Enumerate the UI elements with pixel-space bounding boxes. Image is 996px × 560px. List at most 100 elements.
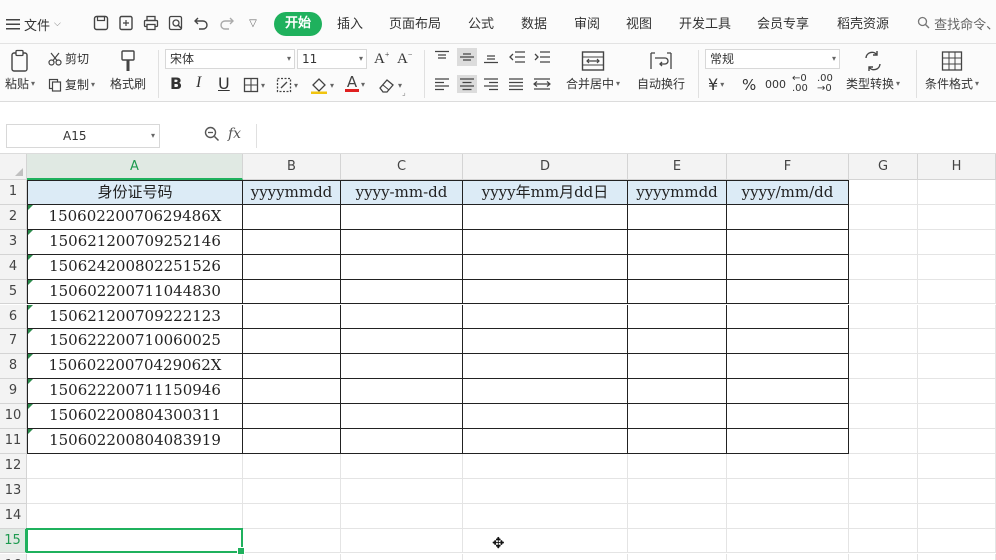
number-format-select[interactable]: 常规 ▾ [705,49,840,69]
cell-f14[interactable] [727,503,849,529]
column-header-g[interactable]: G [849,154,918,180]
cell-f2[interactable] [727,204,849,230]
align-right-button[interactable] [483,77,499,91]
cell-f15[interactable] [727,528,849,554]
tab-formulas[interactable]: 公式 [468,14,494,36]
cell-e7[interactable] [628,329,727,355]
cell-a3[interactable]: 150621200709252146 [27,229,243,255]
cell-d9[interactable] [463,379,628,405]
cell-f13[interactable] [727,478,849,504]
column-header-d[interactable]: D [463,154,628,180]
cell-b13[interactable] [243,478,341,504]
font-dialog-launcher[interactable]: ⌟ [402,88,406,97]
thousands-separator-button[interactable]: 000 [765,78,786,91]
cell-f16[interactable] [727,553,849,560]
cell-a13[interactable] [27,478,243,504]
export-pdf-icon[interactable] [115,12,137,34]
cell-d8[interactable] [463,354,628,380]
cell-style-button[interactable]: ▾ [276,77,298,93]
cell-h7[interactable] [918,329,996,355]
cell-h9[interactable] [918,379,996,405]
cell-d5[interactable] [463,279,628,305]
cell-g11[interactable] [849,429,918,454]
cell-c15[interactable] [341,528,463,554]
cell-h2[interactable] [918,204,996,230]
format-painter-button[interactable]: 格式刷 [110,47,146,92]
cell-b9[interactable] [243,379,341,405]
cell-g10[interactable] [849,404,918,429]
cell-g4[interactable] [849,254,918,280]
underline-button[interactable]: U [218,74,230,93]
cell-h15[interactable] [918,528,996,554]
undo-icon[interactable] [190,12,212,34]
cell-h12[interactable] [918,453,996,479]
cell-f7[interactable] [727,329,849,355]
row-header-12[interactable]: 12 [0,453,27,479]
cell-b6[interactable] [243,304,341,330]
cell-b4[interactable] [243,254,341,280]
row-header-10[interactable]: 10 [0,404,27,429]
cell-e2[interactable] [628,204,727,230]
cell-h6[interactable] [918,304,996,330]
cell-a1[interactable]: 身份证号码 [27,180,243,205]
cell-b16[interactable] [243,553,341,560]
cell-d16[interactable] [463,553,628,560]
cell-h1[interactable] [918,180,996,205]
cell-e4[interactable] [628,254,727,280]
cell-h8[interactable] [918,354,996,380]
type-convert-button[interactable]: 类型转换 ▾ [846,47,900,92]
align-middle-button[interactable] [457,48,477,66]
cell-e12[interactable] [628,453,727,479]
cell-d7[interactable] [463,329,628,355]
cell-e10[interactable] [628,404,727,429]
cell-g13[interactable] [849,478,918,504]
cell-c12[interactable] [341,453,463,479]
cell-g9[interactable] [849,379,918,405]
cell-b8[interactable] [243,354,341,380]
cell-f1[interactable]: yyyy/mm/dd [727,180,849,205]
cell-d1[interactable]: yyyy年mm月dd日 [463,180,628,205]
redo-icon[interactable] [216,12,238,34]
italic-button[interactable]: I [196,74,201,92]
cell-d3[interactable] [463,229,628,255]
increase-decimal-button[interactable]: ←0.00 [792,74,808,94]
insert-function-button[interactable]: fx [228,126,241,142]
decrease-decimal-button[interactable]: .00 →0 [817,74,833,94]
cell-d4[interactable] [463,254,628,280]
cell-a11[interactable]: 150602200804083919 [27,429,243,454]
row-header-8[interactable]: 8 [0,354,27,380]
paste-button[interactable]: 粘贴 ▾ [5,47,35,92]
column-header-b[interactable]: B [243,154,341,180]
spreadsheet-grid[interactable]: A B C D E F G H 1 身份证号码 yyyymmdd yyyy-mm-dd yyyy年mm月… [0,154,996,560]
cell-g6[interactable] [849,304,918,330]
cell-f8[interactable] [727,354,849,380]
cell-d2[interactable] [463,204,628,230]
cell-a5[interactable]: 150602200711044830 [27,279,243,305]
row-header-11[interactable]: 11 [0,429,27,454]
column-header-f[interactable]: F [727,154,849,180]
tab-review[interactable]: 审阅 [574,14,600,36]
cell-g15[interactable] [849,528,918,554]
cell-a7[interactable]: 150622200710060025 [27,329,243,355]
formula-input[interactable] [256,124,996,148]
cell-b14[interactable] [243,503,341,529]
justify-button[interactable] [508,77,524,91]
decrease-font-size-button[interactable]: A− [397,50,412,68]
cell-g8[interactable] [849,354,918,380]
row-header-4[interactable]: 4 [0,254,27,280]
cell-d13[interactable] [463,478,628,504]
increase-font-size-button[interactable]: A+ [374,50,389,68]
column-header-h[interactable]: H [918,154,996,180]
cell-d6[interactable] [463,304,628,330]
zoom-icon[interactable] [204,126,220,142]
tab-view[interactable]: 视图 [626,14,652,36]
cell-g16[interactable] [849,553,918,560]
cell-f9[interactable] [727,379,849,405]
cell-e15[interactable] [628,528,727,554]
distributed-align-button[interactable] [533,77,551,91]
cell-e14[interactable] [628,503,727,529]
cell-c14[interactable] [341,503,463,529]
cell-g3[interactable] [849,229,918,255]
cell-f5[interactable] [727,279,849,305]
cell-g12[interactable] [849,453,918,479]
